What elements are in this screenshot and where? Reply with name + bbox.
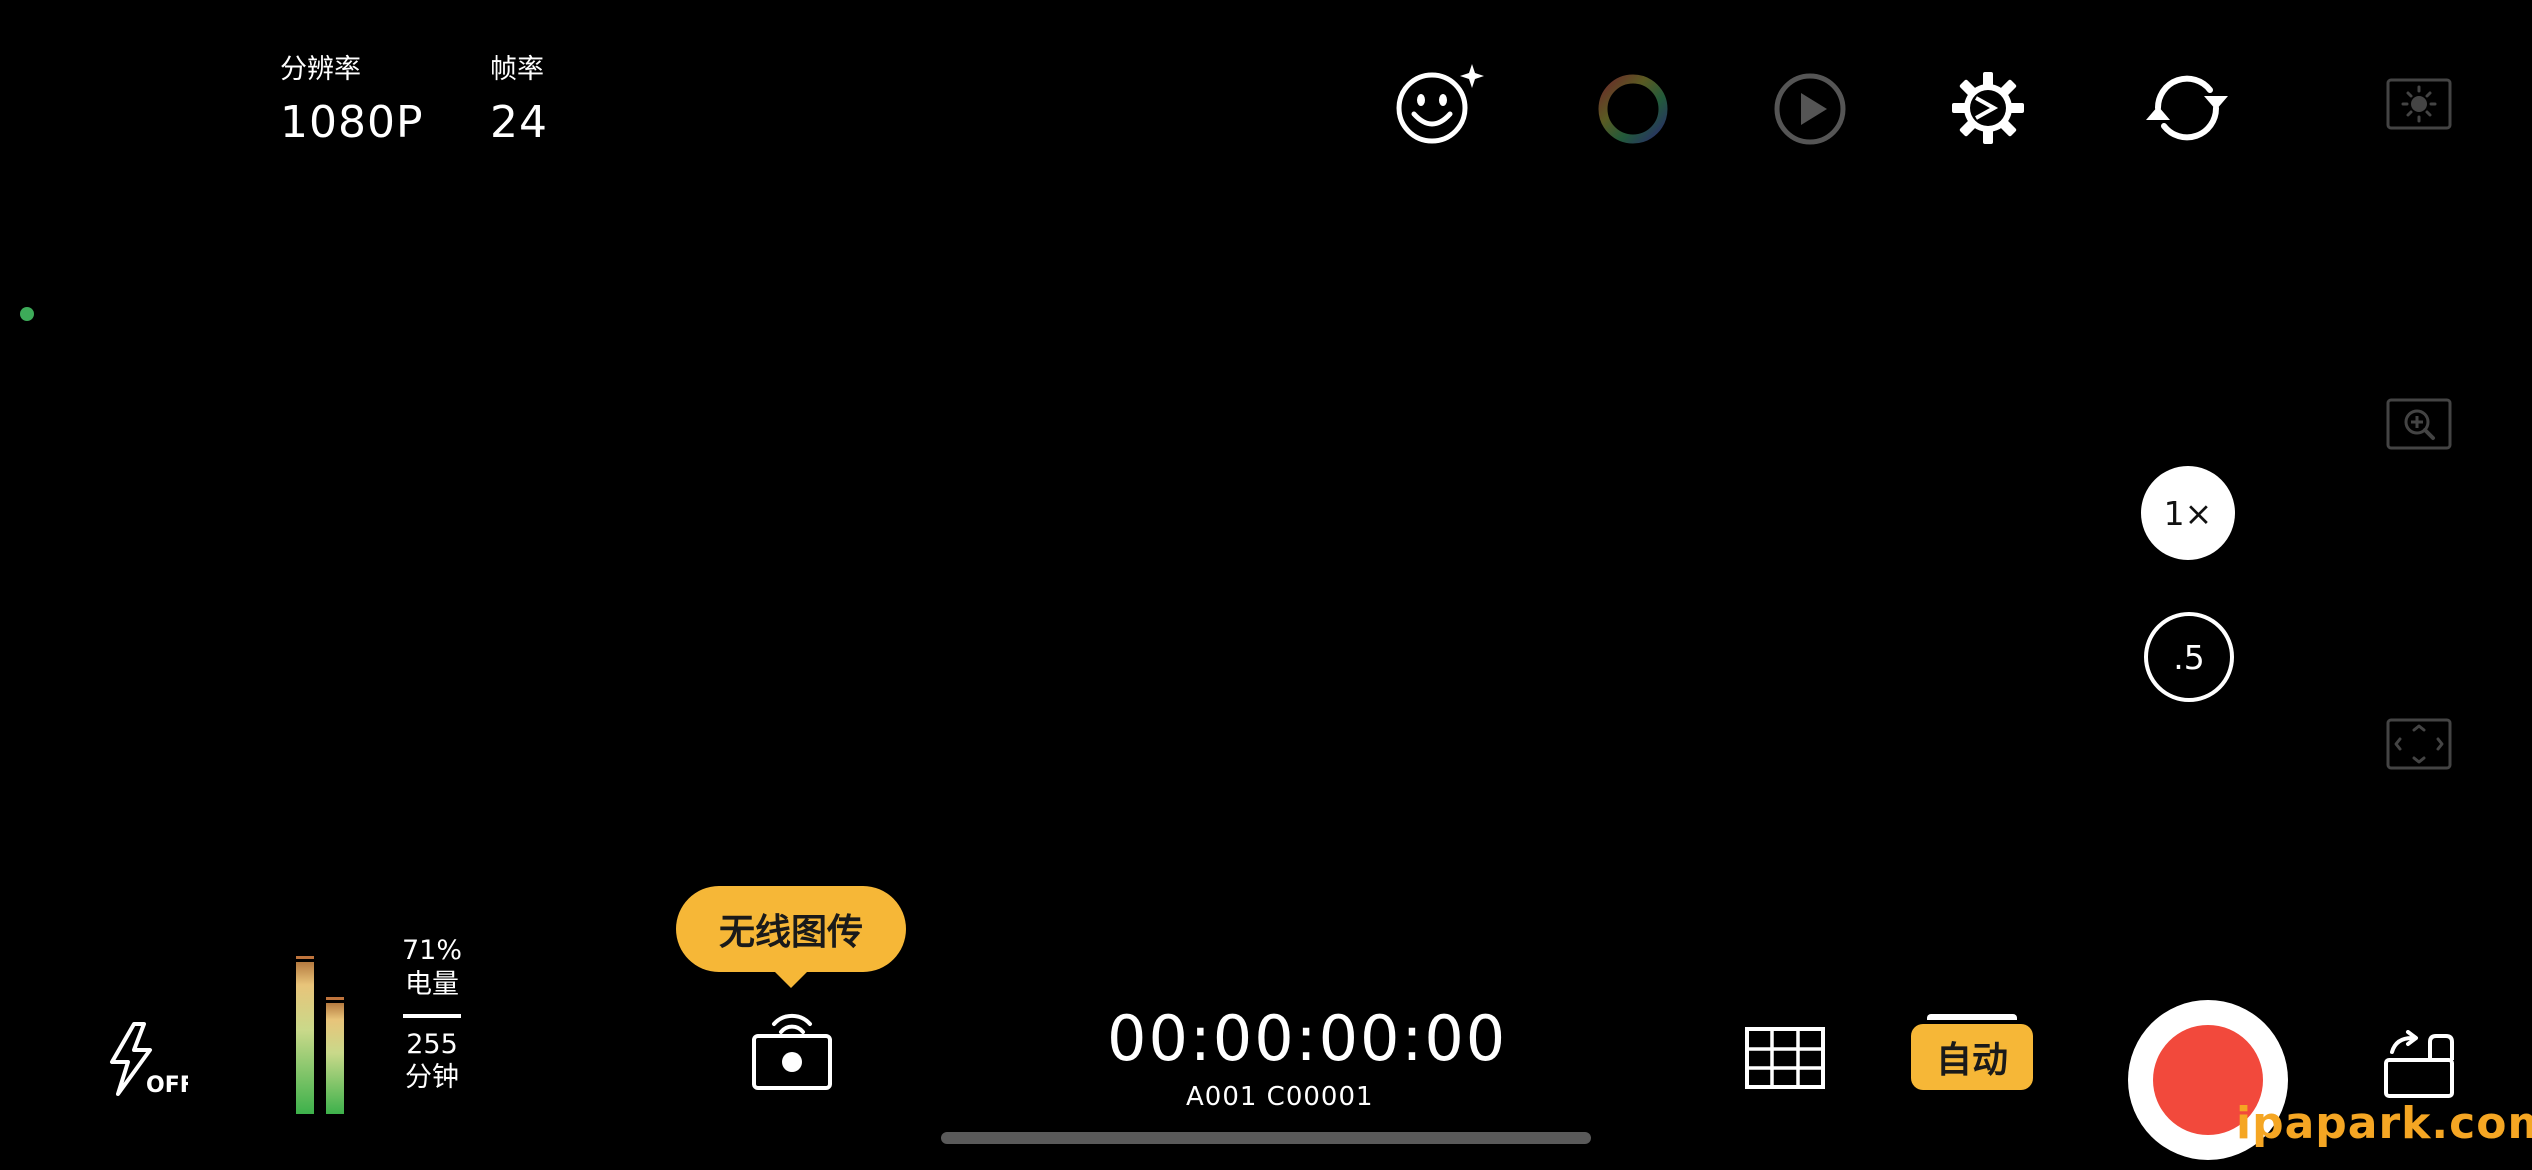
clip-identifier: A001 C00001 xyxy=(1186,1082,1374,1112)
wireless-transfer-tooltip: 无线图传 xyxy=(676,886,906,988)
audio-meter-right-peak xyxy=(326,997,344,1000)
remaining-minutes-label: 分钟 xyxy=(405,1062,459,1094)
recording-timecode: 00:00:00:00 xyxy=(1107,1002,1508,1075)
zoom-0-5x-label: .5 xyxy=(2173,637,2205,677)
resolution-setting[interactable]: 分辨率 1080P xyxy=(280,56,424,145)
audio-level-meter xyxy=(294,956,346,1114)
beauty-smiley-icon[interactable] xyxy=(1392,60,1488,152)
audio-meter-left-peak xyxy=(296,956,314,959)
zoom-1x-button[interactable]: 1× xyxy=(2141,466,2235,560)
battery-divider xyxy=(403,1013,461,1018)
battery-label: 电量 xyxy=(405,968,459,1000)
audio-meter-bars xyxy=(296,956,344,1114)
framerate-setting[interactable]: 帧率 24 xyxy=(490,56,548,145)
watermark-text: ipapark.com xyxy=(2236,1098,2532,1149)
switch-camera-icon[interactable] xyxy=(2142,68,2232,148)
camera-app: 分辨率 1080P 帧率 24 1× .5 OFF 71% 电量 255 分钟 … xyxy=(0,0,2532,1170)
auto-mode-stack-edge xyxy=(1927,1014,2017,1020)
audio-meter-right-bar xyxy=(326,1003,344,1114)
flash-off-label: OFF xyxy=(146,1073,188,1096)
tooltip-bubble: 无线图传 xyxy=(676,886,906,972)
auto-mode-label: 自动 xyxy=(1911,1024,2033,1090)
resolution-value: 1080P xyxy=(280,97,424,148)
frame-expand-icon[interactable] xyxy=(2386,718,2452,770)
battery-remaining-panel: 71% 电量 255 分钟 xyxy=(395,934,469,1095)
playback-icon[interactable] xyxy=(1772,71,1848,147)
framerate-label: 帧率 xyxy=(490,54,544,85)
tooltip-tail xyxy=(775,972,807,988)
zoom-1x-label: 1× xyxy=(2163,493,2213,533)
framerate-value: 24 xyxy=(490,97,548,148)
settings-gear-icon[interactable] xyxy=(1950,70,2026,146)
zoom-in-icon[interactable] xyxy=(2386,398,2452,450)
status-indicator-dot xyxy=(20,307,34,321)
zoom-0-5x-button[interactable]: .5 xyxy=(2144,612,2234,702)
resolution-label: 分辨率 xyxy=(280,54,361,85)
orientation-lock-icon[interactable] xyxy=(2382,1030,2456,1100)
battery-percent: 71% xyxy=(401,935,462,966)
wireless-transfer-icon[interactable] xyxy=(750,1006,834,1092)
home-indicator[interactable] xyxy=(941,1132,1591,1144)
exposure-icon[interactable] xyxy=(2386,78,2452,130)
grid-icon[interactable] xyxy=(1744,1026,1826,1090)
flash-off-button[interactable]: OFF xyxy=(104,1022,188,1096)
color-wheel-icon[interactable] xyxy=(1596,72,1670,146)
remaining-minutes-value: 255 xyxy=(406,1028,458,1060)
audio-meter-left-bar xyxy=(296,962,314,1114)
